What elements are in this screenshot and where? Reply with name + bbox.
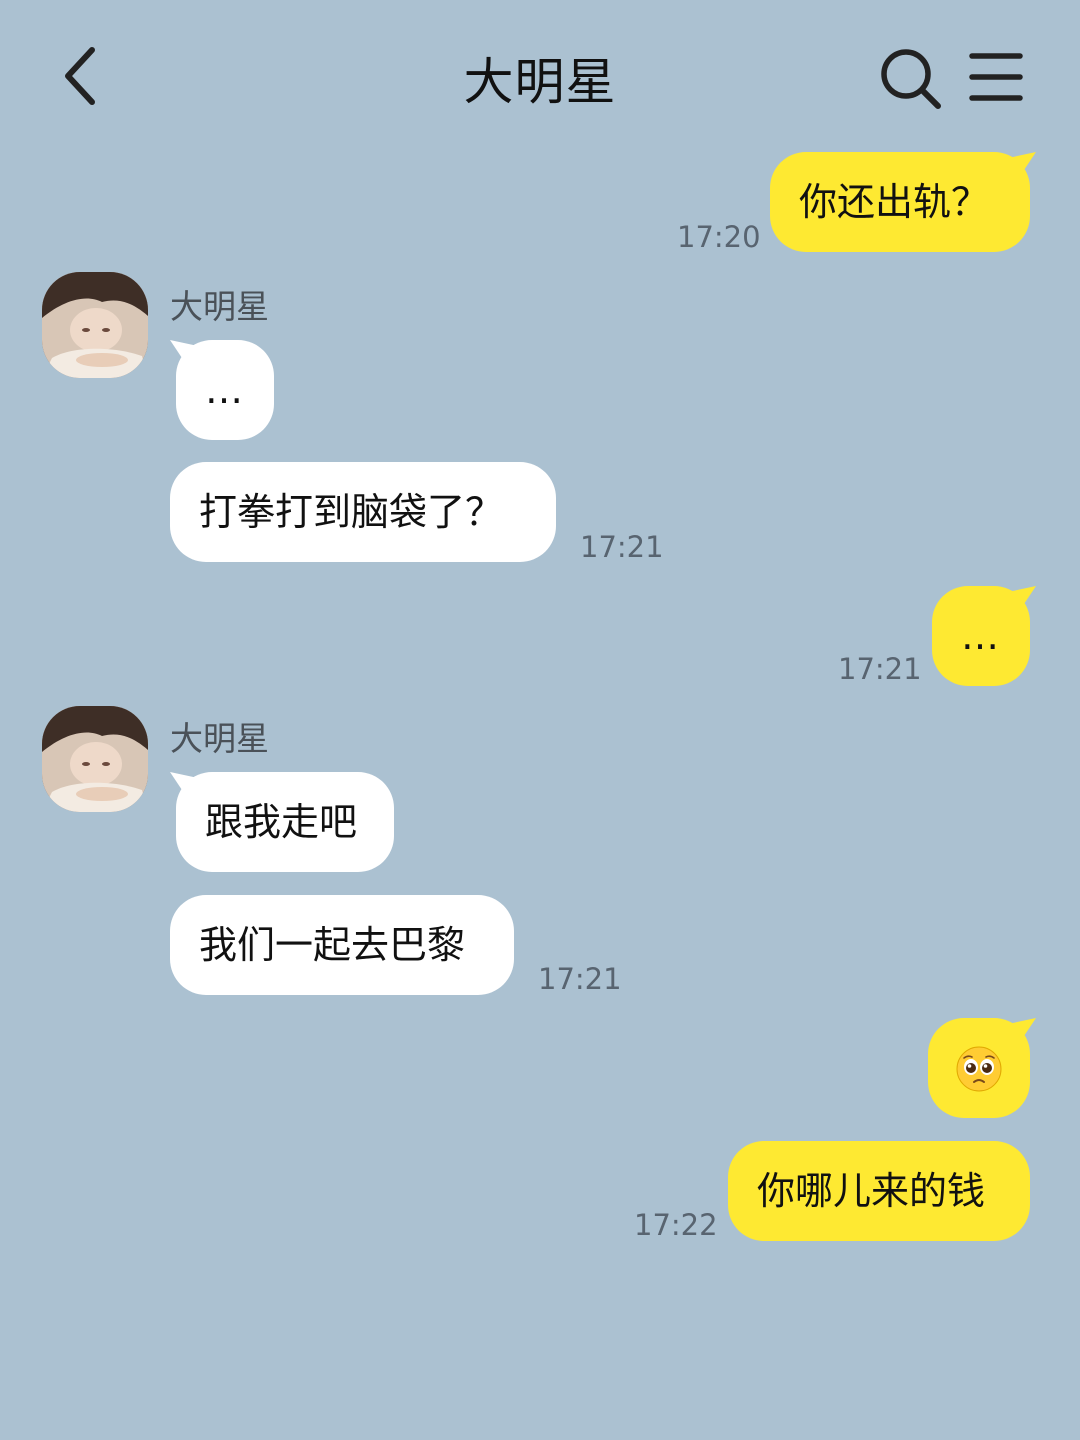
- bubble-tail: [1008, 1018, 1036, 1048]
- contact-avatar[interactable]: [42, 706, 148, 812]
- bubble-tail: [1008, 586, 1036, 616]
- message-text: 你还出轨？: [799, 180, 990, 224]
- message-timestamp: 17:21: [838, 652, 922, 686]
- bubble-tail: [170, 340, 198, 370]
- message-timestamp: 17:22: [634, 1208, 718, 1242]
- chat-header: 大明星: [0, 0, 1080, 150]
- hamburger-menu-icon: [969, 53, 1023, 101]
- message-timestamp: 17:20: [677, 220, 761, 254]
- message-text: 你哪儿来的钱: [757, 1169, 986, 1213]
- outgoing-message-bubble[interactable]: 你哪儿来的钱: [728, 1141, 1030, 1241]
- incoming-message-bubble[interactable]: 打拳打到脑袋了？: [170, 462, 556, 562]
- outgoing-message-bubble[interactable]: 你还出轨？: [770, 152, 1030, 252]
- sender-name: 大明星: [170, 719, 269, 758]
- menu-button[interactable]: [966, 50, 1026, 104]
- message-text: 跟我走吧: [205, 800, 358, 844]
- search-icon: [881, 49, 941, 109]
- sender-name: 大明星: [170, 287, 269, 326]
- search-button[interactable]: [876, 44, 944, 112]
- contact-avatar[interactable]: [42, 272, 148, 378]
- message-text: …: [961, 614, 999, 658]
- bubble-tail: [170, 772, 198, 802]
- pleading-face-emoji-icon: [956, 1046, 1002, 1092]
- message-timestamp: 17:21: [580, 530, 664, 564]
- bubble-tail: [1008, 152, 1036, 182]
- contact-photo: [42, 706, 148, 812]
- message-text: …: [205, 368, 243, 412]
- message-text: 打拳打到脑袋了？: [199, 490, 504, 534]
- contact-photo: [42, 272, 148, 378]
- message-timestamp: 17:21: [538, 962, 622, 996]
- incoming-message-bubble[interactable]: 跟我走吧: [176, 772, 394, 872]
- incoming-message-bubble[interactable]: 我们一起去巴黎: [170, 895, 514, 995]
- message-text: 我们一起去巴黎: [199, 923, 466, 967]
